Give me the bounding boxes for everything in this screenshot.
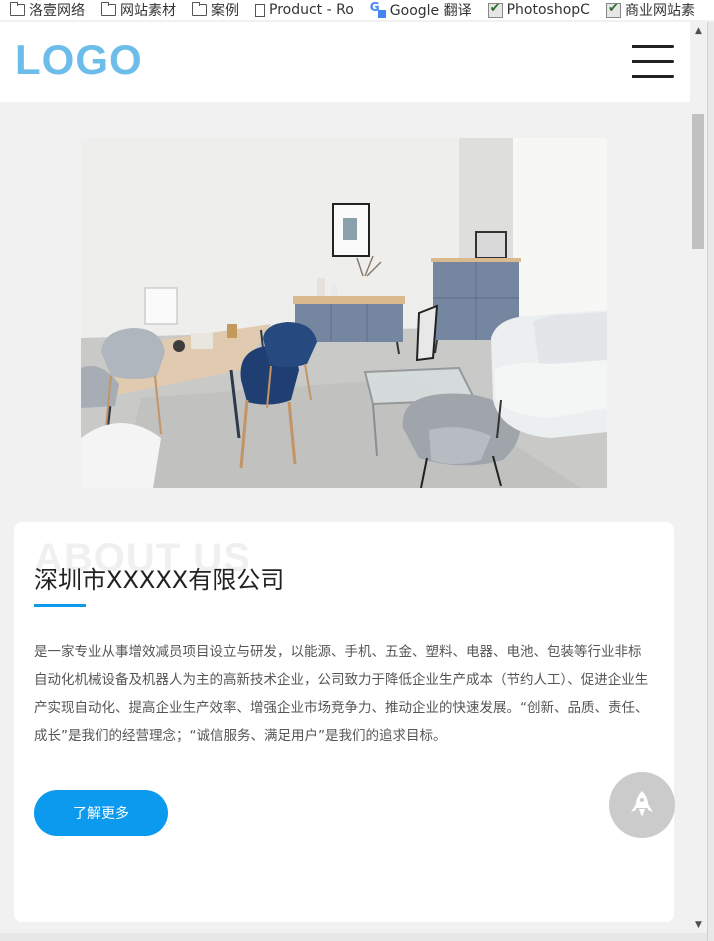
bookmark-product[interactable]: Product - Ro — [245, 0, 360, 20]
site-logo[interactable]: LOGO — [15, 36, 143, 84]
page-viewport: LOGO ABOUT US 深圳市XXXXX有限公司 是一家专业从事增效减员项目… — [0, 22, 690, 941]
bookmark-label: 商业网站素 — [624, 3, 695, 19]
bookmark-folder-3[interactable]: 案例 — [182, 0, 245, 20]
site-header: LOGO — [0, 22, 690, 102]
bottom-edge — [0, 933, 707, 941]
learn-more-button[interactable]: 了解更多 — [34, 790, 168, 836]
scroll-up-arrow-icon[interactable]: ▲ — [690, 22, 707, 39]
bookmark-label: PhotoshopC — [506, 2, 590, 18]
folder-icon — [10, 2, 25, 16]
rocket-icon — [631, 791, 653, 817]
bookmark-folder-1[interactable]: 洛壹网络 — [0, 0, 91, 20]
bookmark-label: 网站素材 — [120, 3, 176, 19]
vector-icon — [605, 1, 621, 18]
hero-image — [81, 138, 607, 488]
company-description: 是一家专业从事增效减员项目设立与研发，以能源、手机、五金、塑料、电器、电池、包装… — [34, 644, 649, 744]
bookmark-google-translate[interactable]: Google 翻译 — [360, 0, 478, 20]
bookmark-label: 洛壹网络 — [29, 3, 85, 19]
bookmark-label: Google 翻译 — [389, 3, 472, 19]
bookmark-folder-2[interactable]: 网站素材 — [91, 0, 182, 20]
bookmark-label: Product - Ro — [269, 2, 354, 18]
title-underline — [34, 604, 86, 607]
back-to-top-button[interactable] — [609, 772, 675, 838]
vector-icon — [487, 1, 503, 18]
company-title: 深圳市XXXXX有限公司 — [34, 566, 285, 594]
vertical-scrollbar[interactable]: ▲ ▼ — [690, 22, 707, 933]
bookmark-business[interactable]: 商业网站素 — [596, 0, 701, 20]
page-icon — [255, 3, 265, 17]
folder-icon — [101, 2, 116, 16]
folder-icon — [192, 2, 207, 16]
bookmark-photoshop[interactable]: PhotoshopC — [478, 0, 596, 20]
scroll-down-arrow-icon[interactable]: ▼ — [690, 916, 707, 933]
bookmarks-bar: 洛壹网络 网站素材 案例 Product - Ro Google 翻译 Phot… — [0, 0, 714, 20]
about-card: ABOUT US 深圳市XXXXX有限公司 是一家专业从事增效减员项目设立与研发… — [14, 522, 674, 922]
scroll-thumb[interactable] — [692, 114, 704, 249]
living-room-interior-photo — [81, 138, 607, 488]
window-edge — [707, 22, 714, 941]
google-translate-icon — [369, 0, 386, 18]
bookmark-label: 案例 — [211, 3, 239, 19]
hamburger-menu-icon[interactable] — [632, 42, 676, 80]
